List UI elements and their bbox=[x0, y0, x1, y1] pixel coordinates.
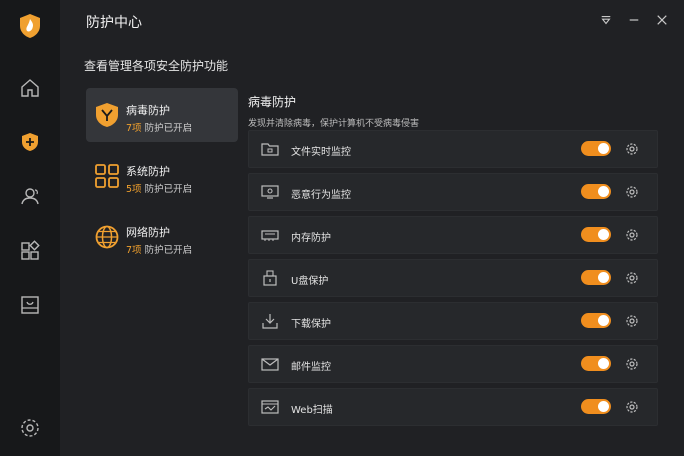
detail-panel-header: 病毒防护 发现并清除病毒，保护计算机不受病毒侵害 bbox=[248, 93, 658, 129]
category-name: 系统防护 bbox=[126, 165, 170, 178]
category-system-protection[interactable]: 系统防护 5项 防护已开启 bbox=[86, 149, 238, 203]
main-panel: 防护中心 查看管理各项安全防护功能 病毒防护 7项 防护已开启 系统防护 5项 … bbox=[60, 0, 684, 456]
app-window: 防护中心 查看管理各项安全防护功能 病毒防护 7项 防护已开启 系统防护 5项 … bbox=[0, 0, 684, 456]
feature-label: 内存防护 bbox=[291, 233, 331, 244]
feature-row-web-scan: Web扫描 bbox=[248, 388, 658, 426]
settings-icon bbox=[21, 419, 39, 437]
virus-shield-icon bbox=[94, 102, 120, 128]
feature-row-file-monitor: 文件实时监控 bbox=[248, 130, 658, 168]
mail-icon bbox=[261, 356, 279, 372]
feature-toggle[interactable] bbox=[581, 141, 611, 156]
category-status: 7项 防护已开启 bbox=[126, 245, 193, 256]
feature-toggle[interactable] bbox=[581, 399, 611, 414]
gear-icon[interactable] bbox=[625, 270, 639, 284]
feature-label: 下载保护 bbox=[291, 319, 331, 330]
feature-row-behavior-monitor: 恶意行为监控 bbox=[248, 173, 658, 211]
category-status: 5项 防护已开启 bbox=[126, 184, 193, 195]
gear-icon[interactable] bbox=[625, 313, 639, 327]
feature-toggle[interactable] bbox=[581, 227, 611, 242]
gear-icon[interactable] bbox=[625, 227, 639, 241]
feature-toggle[interactable] bbox=[581, 356, 611, 371]
toggle-knob bbox=[598, 358, 609, 369]
feature-label: 恶意行为监控 bbox=[291, 190, 351, 201]
nav-settings[interactable] bbox=[0, 408, 60, 448]
feature-row-download: 下载保护 bbox=[248, 302, 658, 340]
feature-label: Web扫描 bbox=[291, 405, 333, 416]
shield-plus-icon bbox=[22, 133, 38, 151]
gear-icon[interactable] bbox=[625, 184, 639, 198]
feature-row-mail: 邮件监控 bbox=[248, 345, 658, 383]
nav-apps[interactable] bbox=[0, 231, 60, 271]
category-list: 病毒防护 7项 防护已开启 系统防护 5项 防护已开启 网络防护 7项 防护已开… bbox=[86, 88, 238, 271]
minimize-icon bbox=[629, 19, 639, 21]
feature-toggle[interactable] bbox=[581, 313, 611, 328]
app-logo-icon bbox=[18, 13, 42, 39]
toggle-knob bbox=[598, 229, 609, 240]
eye-monitor-icon bbox=[261, 184, 279, 200]
usb-icon bbox=[261, 270, 279, 286]
feature-label: U盘保护 bbox=[291, 276, 329, 287]
memory-icon bbox=[261, 227, 279, 243]
menu-dropdown-button[interactable] bbox=[596, 10, 616, 30]
box-icon bbox=[21, 296, 39, 314]
feature-toggle[interactable] bbox=[581, 184, 611, 199]
globe-icon bbox=[94, 224, 120, 250]
nav-box[interactable] bbox=[0, 285, 60, 325]
toggle-knob bbox=[598, 143, 609, 154]
minimize-button[interactable] bbox=[624, 10, 644, 30]
sidebar bbox=[0, 0, 60, 456]
category-network-protection[interactable]: 网络防护 7项 防护已开启 bbox=[86, 210, 238, 264]
toggle-knob bbox=[598, 186, 609, 197]
toggle-knob bbox=[598, 272, 609, 283]
category-virus-protection[interactable]: 病毒防护 7项 防护已开启 bbox=[86, 88, 238, 142]
toggle-knob bbox=[598, 401, 609, 412]
category-status: 7项 防护已开启 bbox=[126, 123, 193, 134]
nav-users[interactable] bbox=[0, 176, 60, 216]
nav-home[interactable] bbox=[0, 68, 60, 108]
feature-label: 邮件监控 bbox=[291, 362, 331, 373]
feature-row-usb: U盘保护 bbox=[248, 259, 658, 297]
nav-protection[interactable] bbox=[0, 122, 60, 162]
feature-label: 文件实时监控 bbox=[291, 147, 351, 158]
feature-row-memory: 内存防护 bbox=[248, 216, 658, 254]
feature-toggle[interactable] bbox=[581, 270, 611, 285]
dropdown-icon bbox=[601, 16, 611, 25]
gear-icon[interactable] bbox=[625, 141, 639, 155]
panel-description: 发现并清除病毒，保护计算机不受病毒侵害 bbox=[248, 119, 420, 129]
toggle-knob bbox=[598, 315, 609, 326]
close-icon bbox=[657, 15, 667, 25]
page-subtitle: 查看管理各项安全防护功能 bbox=[84, 59, 229, 73]
web-icon bbox=[261, 399, 279, 415]
feature-list: 文件实时监控 恶意行为监控 内存防护 U盘保护 下载保护 邮件监控 Web扫描 bbox=[248, 130, 658, 431]
gear-icon[interactable] bbox=[625, 399, 639, 413]
window-title: 防护中心 bbox=[86, 15, 142, 31]
home-icon bbox=[21, 79, 39, 97]
close-button[interactable] bbox=[652, 10, 672, 30]
users-icon bbox=[21, 188, 39, 205]
apps-icon bbox=[21, 240, 40, 260]
gear-icon[interactable] bbox=[625, 356, 639, 370]
category-name: 网络防护 bbox=[126, 226, 170, 239]
folder-icon bbox=[261, 141, 279, 157]
system-grid-icon bbox=[94, 163, 120, 189]
category-name: 病毒防护 bbox=[126, 104, 170, 117]
download-icon bbox=[261, 313, 279, 329]
panel-title: 病毒防护 bbox=[248, 95, 297, 109]
